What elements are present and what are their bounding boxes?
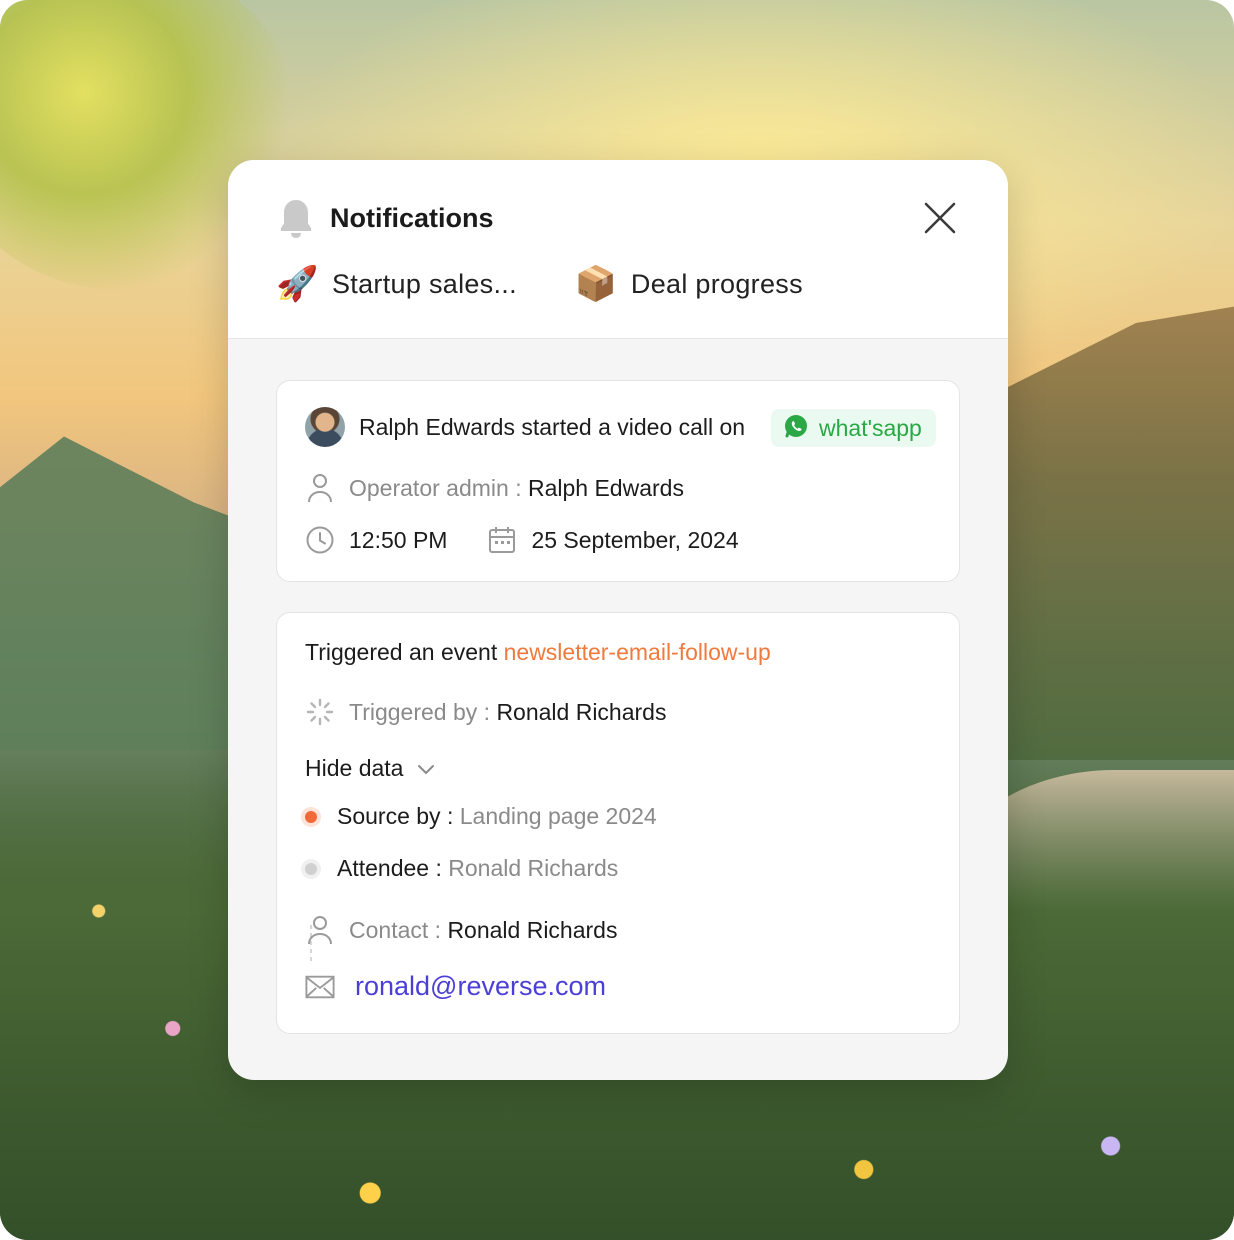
user-icon — [305, 473, 335, 503]
call-date: 25 September, 2024 — [531, 526, 739, 553]
loader-icon — [305, 697, 335, 727]
event-card[interactable]: Triggered an event newsletter-email-foll… — [276, 612, 960, 1034]
call-action: started a video call on — [514, 413, 746, 440]
tab-startup-sales[interactable]: 🚀 Startup sales... — [276, 264, 517, 304]
notifications-panel: Notifications 🚀 Startup sales... 📦 Deal … — [228, 160, 1008, 1080]
event-prefix: Triggered an event — [305, 639, 504, 665]
attendee-label: Attendee : — [337, 855, 449, 881]
contact-label: Contact : — [349, 916, 448, 943]
contact-row: Contact : Ronald Richards — [305, 915, 617, 945]
title-row: Notifications — [276, 196, 494, 240]
avatar — [305, 407, 345, 447]
triggered-row: Triggered by : Ronald Richards — [305, 697, 666, 727]
source-row: Source by : Landing page 2024 — [305, 803, 657, 830]
calendar-icon — [487, 525, 517, 555]
datetime-row: 12:50 PM 25 September, 2024 — [305, 525, 739, 555]
mail-icon — [305, 972, 335, 1002]
tab-label: Startup sales... — [332, 268, 517, 299]
video-call-card[interactable]: Ralph Edwards started a video call on wh… — [276, 380, 960, 582]
package-icon: 📦 — [574, 265, 618, 303]
actor-name: Ralph Edwards — [359, 413, 515, 440]
tab-deal-progress[interactable]: 📦 Deal progress — [575, 264, 803, 304]
email-row: ronald@reverse.com — [305, 971, 606, 1002]
email-link[interactable]: ronald@reverse.com — [355, 971, 606, 1002]
hide-data-toggle[interactable]: Hide data — [305, 755, 435, 782]
whatsapp-icon — [783, 413, 809, 444]
close-icon[interactable] — [920, 198, 960, 238]
call-headline: Ralph Edwards started a video call on — [305, 407, 745, 447]
source-label: Source by : — [337, 803, 460, 829]
event-name-link[interactable]: newsletter-email-follow-up — [504, 639, 771, 666]
triggered-label: Triggered by : — [349, 698, 497, 725]
page-title: Notifications — [330, 202, 494, 233]
panel-header: Notifications 🚀 Startup sales... 📦 Deal … — [228, 160, 1008, 339]
event-headline: Triggered an event newsletter-email-foll… — [305, 639, 771, 666]
timeline-dot-active — [305, 810, 317, 823]
timeline-dot-inactive — [305, 862, 317, 875]
operator-value: Ralph Edwards — [527, 474, 684, 501]
attendee-value: Ronald Richards — [448, 855, 619, 881]
user-icon — [305, 915, 335, 945]
toggle-label: Hide data — [305, 755, 404, 781]
channel-name: what'sapp — [819, 414, 922, 441]
attendee-row: Attendee : Ronald Richards — [305, 855, 618, 882]
source-value: Landing page 2024 — [459, 803, 657, 829]
operator-row: Operator admin : Ralph Edwards — [305, 473, 684, 503]
rocket-icon: 🚀 — [276, 265, 319, 303]
contact-value: Ronald Richards — [447, 916, 618, 943]
chevron-down-icon — [417, 755, 435, 782]
whatsapp-badge[interactable]: what'sapp — [771, 409, 936, 447]
background-landscape: Notifications 🚀 Startup sales... 📦 Deal … — [0, 0, 1234, 1240]
tab-label: Deal progress — [630, 268, 803, 299]
call-time: 12:50 PM — [349, 526, 448, 553]
bell-icon — [276, 196, 316, 240]
tab-bar: 🚀 Startup sales... 📦 Deal progress — [276, 264, 803, 304]
operator-label: Operator admin : — [349, 474, 528, 501]
clock-icon — [305, 525, 335, 555]
triggered-value: Ronald Richards — [496, 698, 667, 725]
